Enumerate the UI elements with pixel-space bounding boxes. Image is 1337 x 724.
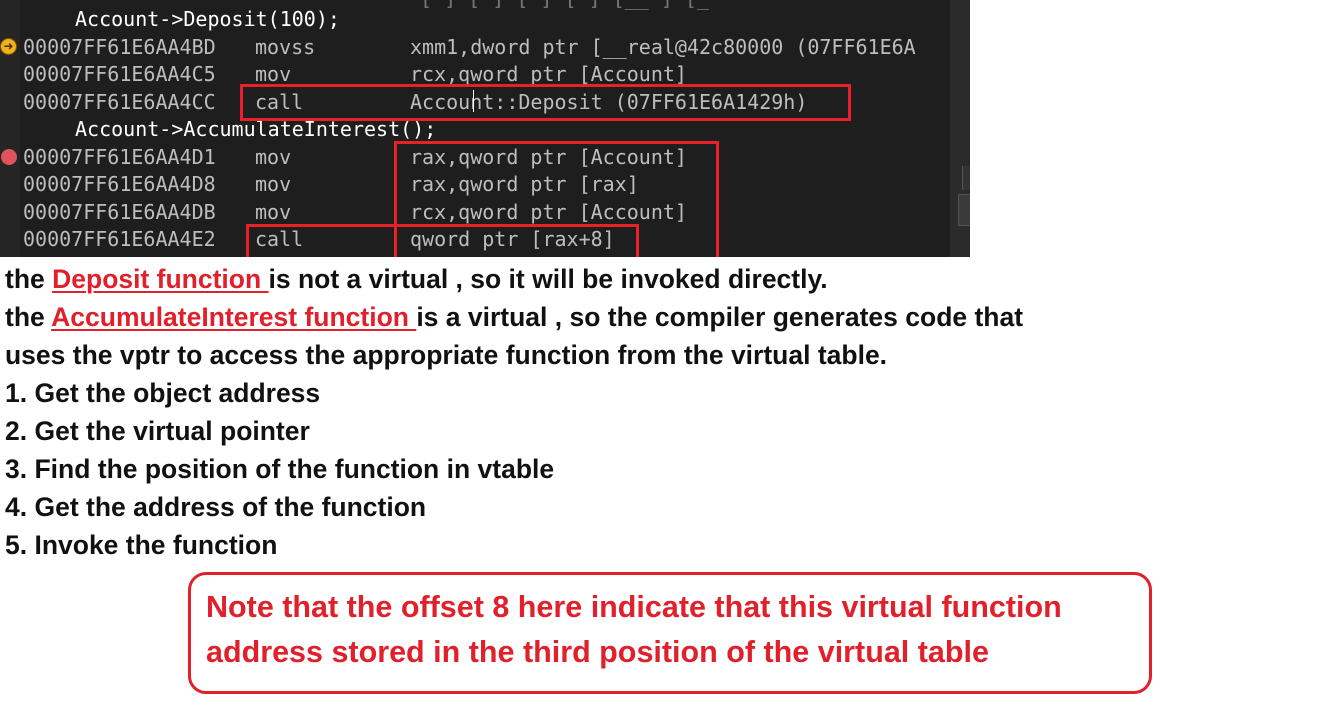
asm-address: 00007FF61E6AA4E2 [23,227,216,251]
asm-mnemonic: mov [255,172,292,196]
accumulate-interest-function-highlight: AccumulateInterest function [51,302,417,332]
asm-line[interactable]: 00007FF61E6AA4C5 mov rcx,qword ptr [Acco… [0,61,950,88]
asm-line-call-deposit[interactable]: 00007FF61E6AA4CC call Account::Deposit (… [0,89,950,116]
side-panel-fragment [950,0,970,257]
current-instruction-arrow-icon: ➜ [0,38,17,55]
explanation-accumulate-interest: the AccumulateInterest function is a vir… [5,298,1023,336]
asm-operands: rcx,qword ptr [Account] [410,62,687,86]
disassembly-window[interactable]: [ ] [ ] [ ] [ ] [__ ] [_ Account->Deposi… [0,0,969,257]
note-line: address stored in the third position of … [206,635,989,669]
deposit-function-highlight: Deposit function [52,264,269,294]
asm-operands: rax,qword ptr [Account] [410,145,687,169]
source-line-accumulate-interest[interactable]: Account->AccumulateInterest(); [75,116,436,143]
asm-operands: qword ptr [rax+8] [410,227,615,251]
text-fragment: the [5,302,52,332]
side-panel-tab[interactable] [962,166,970,190]
asm-mnemonic: movss [255,35,316,59]
asm-line[interactable]: 00007FF61E6AA4D1 mov rax,qword ptr [Acco… [0,144,950,171]
asm-address: 00007FF61E6AA4D1 [23,145,216,169]
asm-mnemonic: mov [255,145,292,169]
asm-address: 00007FF61E6AA4BD [23,35,216,59]
asm-operands: Account::Deposit (07FF61E6A1429h) [410,90,808,114]
source-line-deposit[interactable]: Account->Deposit(100); [75,6,340,33]
asm-line-call-virtual[interactable]: 00007FF61E6AA4E2 call qword ptr [rax+8] [0,226,950,253]
asm-mnemonic: call [255,90,304,114]
text-fragment: is a virtual , so the compiler generates… [416,302,1024,332]
step-item: 3. Find the position of the function in … [5,454,555,484]
step-item: 2. Get the virtual pointer [5,416,310,446]
text-fragment: is not a virtual , so it will be invoked… [268,264,828,294]
truncated-line: [ ] [ ] [ ] [ ] [__ ] [_ [420,0,709,10]
asm-line[interactable]: 00007FF61E6AA4DB mov rcx,qword ptr [Acco… [0,199,950,226]
explanation-vptr: uses the vptr to access the appropriate … [5,340,888,370]
asm-address: 00007FF61E6AA4DB [23,200,216,224]
step-item: 1. Get the object address [5,378,321,408]
note-callout: Note that the offset 8 here indicate tha… [188,572,1152,694]
asm-address: 00007FF61E6AA4CC [23,90,216,114]
asm-address: 00007FF61E6AA4C5 [23,62,216,86]
step-item: 4. Get the address of the function [5,492,427,522]
asm-mnemonic: call [255,227,304,251]
side-panel-tab[interactable] [958,194,970,226]
asm-mnemonic: mov [255,62,292,86]
asm-mnemonic: mov [255,200,292,224]
step-item: 5. Invoke the function [5,530,278,560]
breakpoint-icon[interactable] [1,149,17,165]
text-cursor [473,90,474,112]
asm-operands: rcx,qword ptr [Account] [410,200,687,224]
explanation-deposit: the Deposit function is not a virtual , … [5,260,828,298]
asm-line[interactable]: 00007FF61E6AA4BD movss xmm1,dword ptr [_… [0,34,950,61]
text-fragment: the [5,264,53,294]
asm-operands: xmm1,dword ptr [__real@42c80000 (07FF61E… [410,35,916,59]
note-line: Note that the offset 8 here indicate tha… [206,590,1062,624]
asm-address: 00007FF61E6AA4D8 [23,172,216,196]
asm-operands: rax,qword ptr [rax] [410,172,639,196]
asm-line[interactable]: 00007FF61E6AA4D8 mov rax,qword ptr [rax] [0,171,950,198]
